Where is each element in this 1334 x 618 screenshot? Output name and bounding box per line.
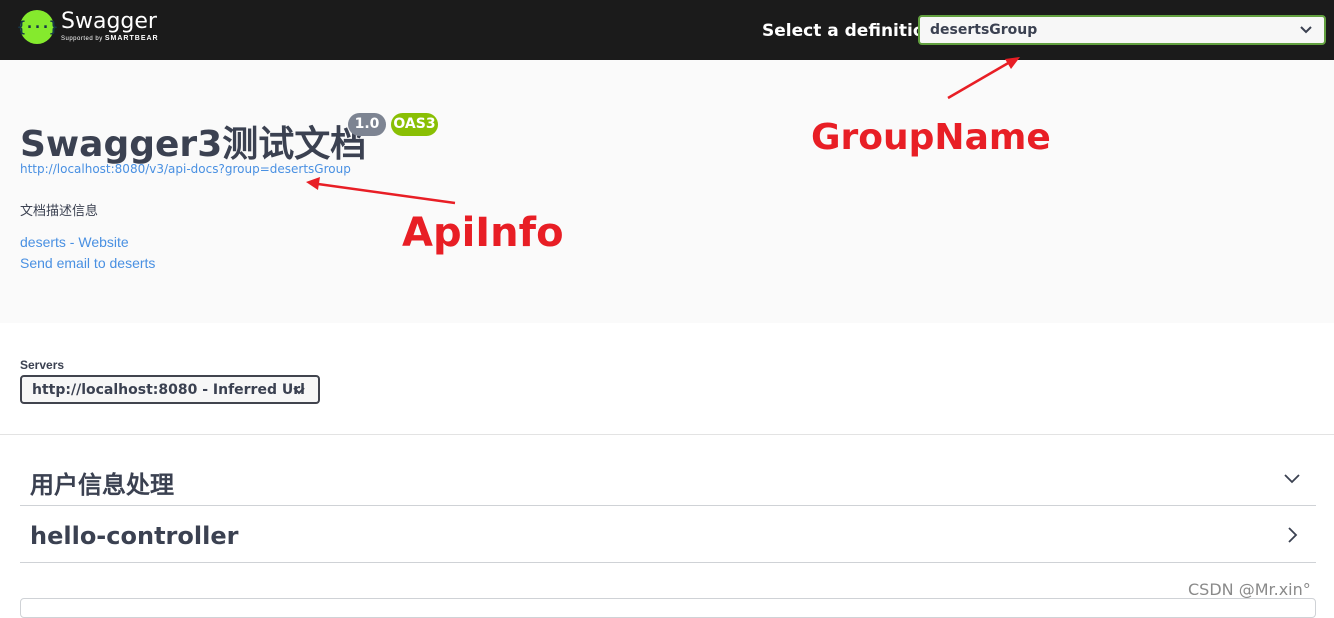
chevron-right-icon[interactable] — [1284, 527, 1300, 543]
logo-sub-prefix: Supported by — [61, 36, 103, 42]
oas-badge: OAS3 — [391, 113, 438, 136]
logo-subtitle: Supported by SMARTBEAR — [61, 35, 159, 42]
logo-sub-brand: SMARTBEAR — [104, 35, 159, 42]
chevron-down-icon — [293, 387, 305, 395]
api-description: 文档描述信息 — [20, 203, 99, 218]
email-link[interactable]: Send email to deserts — [20, 255, 155, 271]
servers-select[interactable]: http://localhost:8080 - Inferred Url — [20, 375, 320, 404]
partial-section-box — [20, 598, 1316, 618]
info-section — [0, 60, 1334, 323]
page-title: Swagger3测试文档 — [20, 124, 367, 165]
definition-select[interactable]: desertsGroup — [918, 15, 1326, 45]
tag-section-hello-controller[interactable]: hello-controller — [20, 507, 1316, 563]
tag-name: 用户信息处理 — [30, 471, 174, 499]
definition-select-value: desertsGroup — [930, 22, 1038, 38]
website-link[interactable]: deserts - Website — [20, 234, 129, 250]
servers-select-value: http://localhost:8080 - Inferred Url — [32, 382, 305, 398]
chevron-down-icon[interactable] — [1284, 470, 1300, 486]
section-divider — [0, 434, 1334, 435]
swagger-logo-icon: {···} — [17, 10, 58, 44]
version-badge: 1.0 — [348, 113, 386, 136]
tag-name: hello-controller — [30, 522, 239, 550]
swagger-logo[interactable]: {···} Swagger Supported by SMARTBEAR — [17, 9, 159, 44]
watermark: CSDN @Mr.xin° — [1188, 580, 1311, 599]
logo-title: Swagger — [61, 9, 157, 34]
annotation-groupname: GroupName — [811, 117, 1051, 158]
logo-text: Swagger Supported by SMARTBEAR — [61, 9, 159, 43]
servers-label: Servers — [20, 358, 65, 372]
tag-section-user-info[interactable]: 用户信息处理 — [20, 450, 1316, 506]
definition-label: Select a definition — [762, 21, 937, 41]
chevron-down-icon — [1300, 26, 1312, 34]
api-docs-url-link[interactable]: http://localhost:8080/v3/api-docs?group=… — [20, 162, 351, 176]
topbar: {···} Swagger Supported by SMARTBEAR Sel… — [0, 0, 1334, 60]
annotation-apiinfo: ApiInfo — [402, 210, 564, 256]
